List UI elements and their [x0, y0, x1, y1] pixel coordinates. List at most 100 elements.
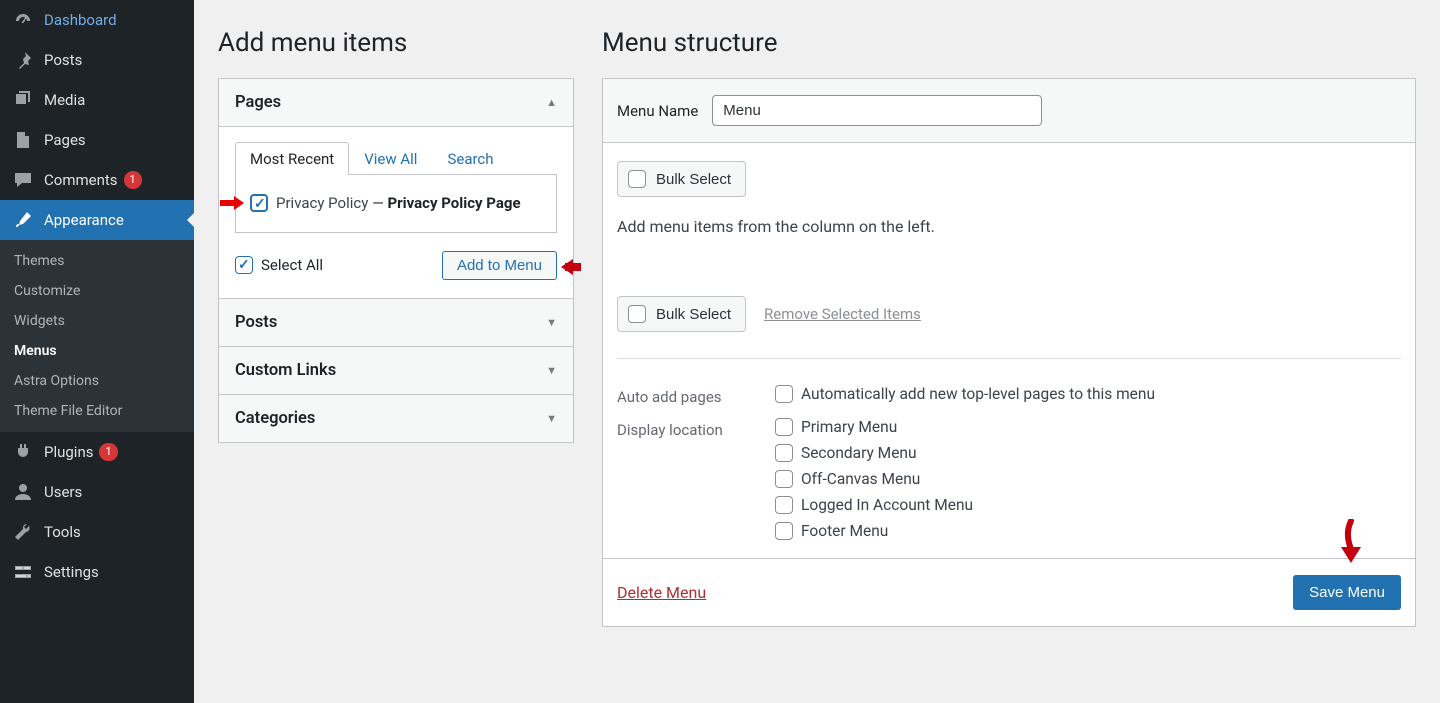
loc-logged-in-text: Logged In Account Menu — [801, 496, 973, 514]
accordion-pages-body: Most Recent View All Search Privacy Poli… — [219, 126, 573, 298]
pages-tabs: Most Recent View All Search — [235, 141, 557, 174]
bulk-select-top-button[interactable]: Bulk Select — [617, 161, 746, 197]
loc-logged-in[interactable]: Logged In Account Menu — [775, 496, 1401, 514]
sidebar-item-label: Media — [44, 91, 85, 109]
loc-footer[interactable]: Footer Menu — [775, 522, 1401, 540]
submenu-astra-options[interactable]: Astra Options — [0, 366, 194, 396]
sidebar-item-label: Tools — [44, 523, 81, 541]
wrench-icon — [12, 521, 34, 543]
tab-search[interactable]: Search — [432, 142, 508, 175]
comment-icon — [12, 169, 34, 191]
sidebar-item-users[interactable]: Users — [0, 472, 194, 512]
loc-logged-in-checkbox[interactable] — [775, 496, 793, 514]
plug-icon — [12, 441, 34, 463]
add-to-menu-button[interactable]: Add to Menu — [442, 251, 557, 280]
appearance-submenu: Themes Customize Widgets Menus Astra Opt… — [0, 240, 194, 432]
annotation-arrow-left-icon — [553, 259, 581, 275]
menu-settings-table: Auto add pages Automatically add new top… — [617, 385, 1401, 540]
sidebar-item-label: Settings — [44, 563, 99, 581]
auto-add-row: Auto add pages Automatically add new top… — [617, 385, 1401, 406]
caret-down-icon: ▼ — [546, 364, 557, 377]
page-item-checkbox[interactable] — [250, 194, 268, 212]
page-item-name: Privacy Policy — [276, 194, 368, 212]
sidebar-item-comments[interactable]: Comments 1 — [0, 160, 194, 200]
menu-name-bar: Menu Name — [603, 79, 1415, 143]
submenu-menus[interactable]: Menus — [0, 336, 194, 366]
caret-down-icon: ▼ — [546, 316, 557, 329]
accordion-categories-header[interactable]: Categories ▼ — [219, 394, 573, 442]
tab-view-all[interactable]: View All — [349, 142, 432, 175]
accordion-label: Posts — [235, 313, 277, 332]
page-icon — [12, 129, 34, 151]
select-all-label: Select All — [261, 256, 323, 274]
admin-sidebar: Dashboard Posts Media Pages Comments 1 A… — [0, 0, 194, 703]
remove-selected-link[interactable]: Remove Selected Items — [764, 305, 921, 323]
loc-offcanvas[interactable]: Off-Canvas Menu — [775, 470, 1401, 488]
auto-add-option[interactable]: Automatically add new top-level pages to… — [775, 385, 1401, 403]
comments-count-badge: 1 — [124, 171, 142, 189]
submenu-customize[interactable]: Customize — [0, 276, 194, 306]
page-item-row: Privacy Policy — Privacy Policy Page — [250, 189, 542, 218]
submenu-theme-file-editor[interactable]: Theme File Editor — [0, 396, 194, 426]
menu-structure-box: Menu Name Bulk Select Add menu items fro… — [602, 78, 1416, 627]
sidebar-item-plugins[interactable]: Plugins 1 — [0, 432, 194, 472]
bulk-select-label: Bulk Select — [656, 306, 731, 323]
brush-icon — [12, 209, 34, 231]
sidebar-item-pages[interactable]: Pages — [0, 120, 194, 160]
accordion-pages-header[interactable]: Pages ▲ — [219, 79, 573, 126]
sidebar-item-posts[interactable]: Posts — [0, 40, 194, 80]
tab-most-recent[interactable]: Most Recent — [235, 142, 349, 175]
page-item-detail: Privacy Policy Page — [388, 194, 521, 212]
menu-name-input[interactable] — [712, 95, 1042, 126]
menu-name-label: Menu Name — [617, 102, 698, 120]
sidebar-item-label: Pages — [44, 131, 86, 149]
add-items-accordion: Pages ▲ Most Recent View All Search Priv… — [218, 78, 574, 443]
menu-structure-body: Bulk Select Add menu items from the colu… — [603, 143, 1415, 558]
main-content: Add menu items Pages ▲ Most Recent View … — [194, 0, 1440, 703]
menu-structure-title: Menu structure — [602, 28, 1416, 58]
caret-down-icon: ▼ — [546, 412, 557, 425]
sidebar-item-label: Users — [44, 483, 82, 501]
auto-add-text: Automatically add new top-level pages to… — [801, 385, 1155, 403]
bulk-select-bottom-button[interactable]: Bulk Select — [617, 296, 746, 332]
pin-icon — [12, 49, 34, 71]
sidebar-item-label: Appearance — [44, 211, 124, 229]
sidebar-item-appearance[interactable]: Appearance — [0, 200, 194, 240]
auto-add-checkbox[interactable] — [775, 385, 793, 403]
sidebar-item-label: Plugins — [44, 443, 93, 461]
loc-secondary[interactable]: Secondary Menu — [775, 444, 1401, 462]
auto-add-label: Auto add pages — [617, 385, 775, 406]
accordion-posts-header[interactable]: Posts ▼ — [219, 298, 573, 346]
gauge-icon — [12, 9, 34, 31]
submenu-widgets[interactable]: Widgets — [0, 306, 194, 336]
loc-primary[interactable]: Primary Menu — [775, 418, 1401, 436]
accordion-custom-links-header[interactable]: Custom Links ▼ — [219, 346, 573, 394]
loc-offcanvas-checkbox[interactable] — [775, 470, 793, 488]
loc-footer-checkbox[interactable] — [775, 522, 793, 540]
loc-secondary-text: Secondary Menu — [801, 444, 917, 462]
delete-menu-link[interactable]: Delete Menu — [617, 583, 706, 602]
user-icon — [12, 481, 34, 503]
loc-secondary-checkbox[interactable] — [775, 444, 793, 462]
sidebar-item-media[interactable]: Media — [0, 80, 194, 120]
annotation-arrow-down-icon — [1337, 519, 1365, 565]
select-all-row[interactable]: Select All — [235, 256, 323, 274]
accordion-label: Custom Links — [235, 361, 336, 380]
empty-menu-hint: Add menu items from the column on the le… — [617, 217, 1401, 236]
sidebar-item-tools[interactable]: Tools — [0, 512, 194, 552]
bulk-select-bottom-checkbox[interactable] — [628, 305, 646, 323]
pages-footer-controls: Select All Add to Menu — [235, 251, 557, 280]
save-menu-button[interactable]: Save Menu — [1293, 575, 1401, 610]
sidebar-item-settings[interactable]: Settings — [0, 552, 194, 592]
select-all-checkbox[interactable] — [235, 256, 253, 274]
sidebar-item-dashboard[interactable]: Dashboard — [0, 0, 194, 40]
display-location-row: Display location Primary Menu Secondary … — [617, 418, 1401, 540]
loc-offcanvas-text: Off-Canvas Menu — [801, 470, 920, 488]
accordion-label: Categories — [235, 409, 315, 428]
submenu-themes[interactable]: Themes — [0, 246, 194, 276]
bulk-select-top-checkbox[interactable] — [628, 170, 646, 188]
loc-primary-text: Primary Menu — [801, 418, 897, 436]
loc-primary-checkbox[interactable] — [775, 418, 793, 436]
sidebar-item-label: Posts — [44, 51, 82, 69]
menu-structure-column: Menu structure Menu Name Bulk Select Add… — [602, 0, 1416, 703]
